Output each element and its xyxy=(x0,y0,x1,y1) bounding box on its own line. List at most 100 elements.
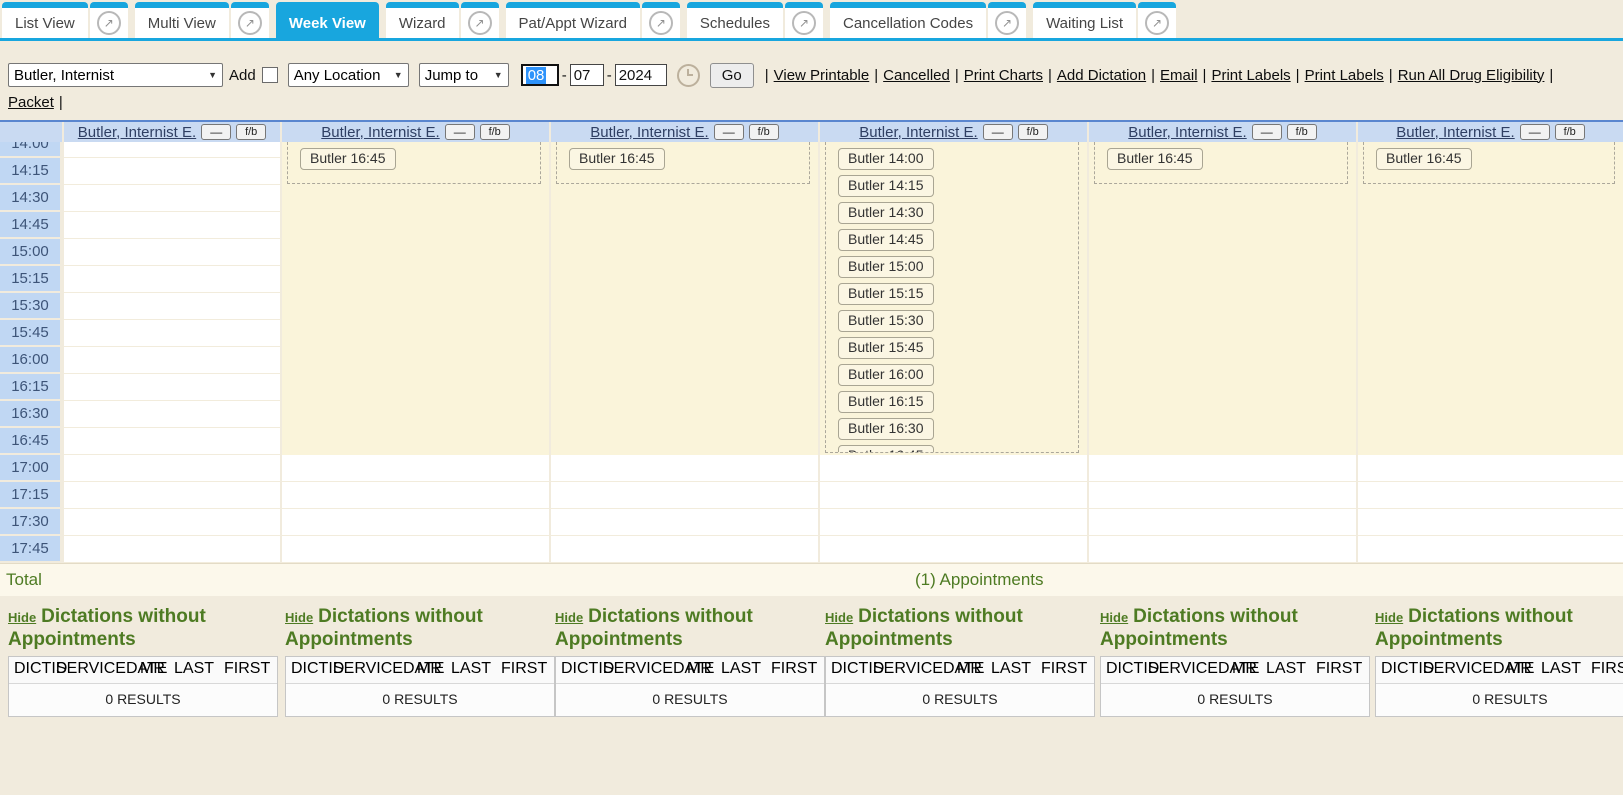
slot-row[interactable] xyxy=(820,482,1087,509)
collapse-column-button[interactable]: — xyxy=(983,124,1013,140)
tab-wizard[interactable]: Wizard xyxy=(386,2,459,38)
day-column[interactable]: Butler 16:45 xyxy=(1087,142,1356,563)
tab-list-view-popout[interactable]: ↗ xyxy=(90,2,128,38)
dictations-sort-link[interactable]: LAST xyxy=(721,660,761,677)
dictations-sort-link[interactable]: LAST xyxy=(1541,660,1581,677)
dictations-sort-link[interactable]: FIRST xyxy=(224,660,270,677)
go-button[interactable]: Go xyxy=(710,63,754,88)
date-year-input[interactable]: 2024 xyxy=(615,64,667,86)
dictations-sort-link[interactable]: FIRST xyxy=(1041,660,1087,677)
toolbar-link-add-dictation[interactable]: Add Dictation xyxy=(1057,67,1146,84)
dictations-sort-link[interactable]: MR xyxy=(687,660,712,677)
hide-dictations-link[interactable]: Hide xyxy=(1375,610,1403,625)
dictations-sort-link[interactable]: LAST xyxy=(991,660,1031,677)
tab-multi-view-popout[interactable]: ↗ xyxy=(231,2,269,38)
dictations-sort-link[interactable]: DICT xyxy=(1106,660,1143,677)
appointment-slot-button[interactable]: Butler 14:45 xyxy=(838,229,934,251)
collapse-column-button[interactable]: — xyxy=(1520,124,1550,140)
dictations-sort-link[interactable]: DICT xyxy=(291,660,328,677)
slot-row[interactable] xyxy=(64,212,280,239)
slot-row[interactable] xyxy=(64,536,280,563)
toolbar-link-view-printable[interactable]: View Printable xyxy=(774,67,870,84)
hide-dictations-link[interactable]: Hide xyxy=(825,610,853,625)
toolbar-link-cancelled[interactable]: Cancelled xyxy=(883,67,950,84)
appointment-slot-button[interactable]: Butler 14:30 xyxy=(838,202,934,224)
clock-icon[interactable] xyxy=(677,64,700,87)
tab-multi-view[interactable]: Multi View xyxy=(135,2,229,38)
slot-row[interactable] xyxy=(1089,482,1356,509)
slot-row[interactable] xyxy=(64,293,280,320)
toolbar-link-email[interactable]: Email xyxy=(1160,67,1198,84)
dictations-sort-link[interactable]: LAST xyxy=(451,660,491,677)
dictations-sort-link[interactable]: DICT xyxy=(831,660,868,677)
forward-book-button[interactable]: f/b xyxy=(1018,124,1048,140)
collapse-column-button[interactable]: — xyxy=(201,124,231,140)
add-checkbox[interactable] xyxy=(262,67,278,83)
slot-row[interactable] xyxy=(282,509,549,536)
dictations-sort-link[interactable]: FIRST xyxy=(501,660,547,677)
forward-book-button[interactable]: f/b xyxy=(749,124,779,140)
provider-day-link[interactable]: Butler, Internist E. xyxy=(78,124,196,141)
slot-row[interactable] xyxy=(282,536,549,563)
appointment-slot-button[interactable]: Butler 14:15 xyxy=(838,175,934,197)
dictations-sort-link[interactable]: MR xyxy=(417,660,442,677)
forward-book-button[interactable]: f/b xyxy=(1555,124,1585,140)
appointment-slot-button[interactable]: Butler 16:15 xyxy=(838,391,934,413)
slot-row[interactable] xyxy=(1089,536,1356,563)
provider-day-link[interactable]: Butler, Internist E. xyxy=(1396,124,1514,141)
dictations-sort-link[interactable]: DICT xyxy=(561,660,598,677)
slot-row[interactable] xyxy=(1358,455,1623,482)
slot-row[interactable] xyxy=(64,185,280,212)
jump-to-select[interactable]: Jump to ▼ xyxy=(419,63,509,87)
collapse-column-button[interactable]: — xyxy=(445,124,475,140)
dictations-sort-link[interactable]: MR xyxy=(1232,660,1257,677)
toolbar-link-packet[interactable]: Packet xyxy=(8,94,54,111)
appointment-slot-button[interactable]: Butler 14:00 xyxy=(838,148,934,170)
forward-book-button[interactable]: f/b xyxy=(480,124,510,140)
slot-row[interactable] xyxy=(64,266,280,293)
toolbar-link-print-labels[interactable]: Print Labels xyxy=(1305,67,1384,84)
appointment-slot-button[interactable]: Butler 15:30 xyxy=(838,310,934,332)
slot-row[interactable] xyxy=(64,320,280,347)
dictations-sort-link[interactable]: SERVICE xyxy=(1148,660,1218,677)
dictations-sort-link[interactable]: SERVICE xyxy=(333,660,403,677)
provider-day-link[interactable]: Butler, Internist E. xyxy=(590,124,708,141)
toolbar-link-run-all-drug-eligibility[interactable]: Run All Drug Eligibility xyxy=(1398,67,1545,84)
slot-row[interactable] xyxy=(1089,455,1356,482)
hide-dictations-link[interactable]: Hide xyxy=(8,610,36,625)
tab-pat-appt-wizard-popout[interactable]: ↗ xyxy=(642,2,680,38)
dictations-sort-link[interactable]: FIRST xyxy=(1591,660,1623,677)
forward-book-button[interactable]: f/b xyxy=(1287,124,1317,140)
slot-row[interactable] xyxy=(820,455,1087,482)
slot-row[interactable] xyxy=(282,455,549,482)
day-column[interactable]: Butler 14:00 Butler 14:15 Butler 14:30 Butl… xyxy=(818,142,1087,563)
slot-row[interactable] xyxy=(551,536,818,563)
dictations-sort-link[interactable]: LAST xyxy=(174,660,214,677)
tab-cancellation-codes[interactable]: Cancellation Codes xyxy=(830,2,986,38)
day-column[interactable]: Butler 16:45 xyxy=(280,142,549,563)
toolbar-link-print-charts[interactable]: Print Charts xyxy=(964,67,1043,84)
tab-list-view[interactable]: List View xyxy=(2,2,88,38)
appointment-slot-button[interactable]: Butler 16:45 xyxy=(1376,148,1472,170)
hide-dictations-link[interactable]: Hide xyxy=(1100,610,1128,625)
tab-week-view[interactable]: Week View xyxy=(276,2,379,38)
slot-row[interactable] xyxy=(1358,482,1623,509)
tab-cancellation-codes-popout[interactable]: ↗ xyxy=(988,2,1026,38)
provider-day-link[interactable]: Butler, Internist E. xyxy=(1128,124,1246,141)
dictations-sort-link[interactable]: SERVICE xyxy=(1423,660,1493,677)
dictations-sort-link[interactable]: FIRST xyxy=(1316,660,1362,677)
slot-row[interactable] xyxy=(64,158,280,185)
appointment-slot-button[interactable]: Butler 16:30 xyxy=(838,418,934,440)
hide-dictations-link[interactable]: Hide xyxy=(555,610,583,625)
tab-waiting-list-popout[interactable]: ↗ xyxy=(1138,2,1176,38)
dictations-sort-link[interactable]: MR xyxy=(140,660,165,677)
dictations-sort-link[interactable]: LAST xyxy=(1266,660,1306,677)
slot-row[interactable] xyxy=(64,428,280,455)
slot-row[interactable] xyxy=(1358,536,1623,563)
dictations-sort-link[interactable]: SERVICE xyxy=(873,660,943,677)
appointment-slot-button[interactable]: Butler 15:00 xyxy=(838,256,934,278)
date-month-input[interactable]: 08 xyxy=(521,64,559,86)
slot-row[interactable] xyxy=(64,347,280,374)
appointment-slot-button[interactable]: Butler 16:45 xyxy=(300,148,396,170)
slot-row[interactable] xyxy=(282,482,549,509)
